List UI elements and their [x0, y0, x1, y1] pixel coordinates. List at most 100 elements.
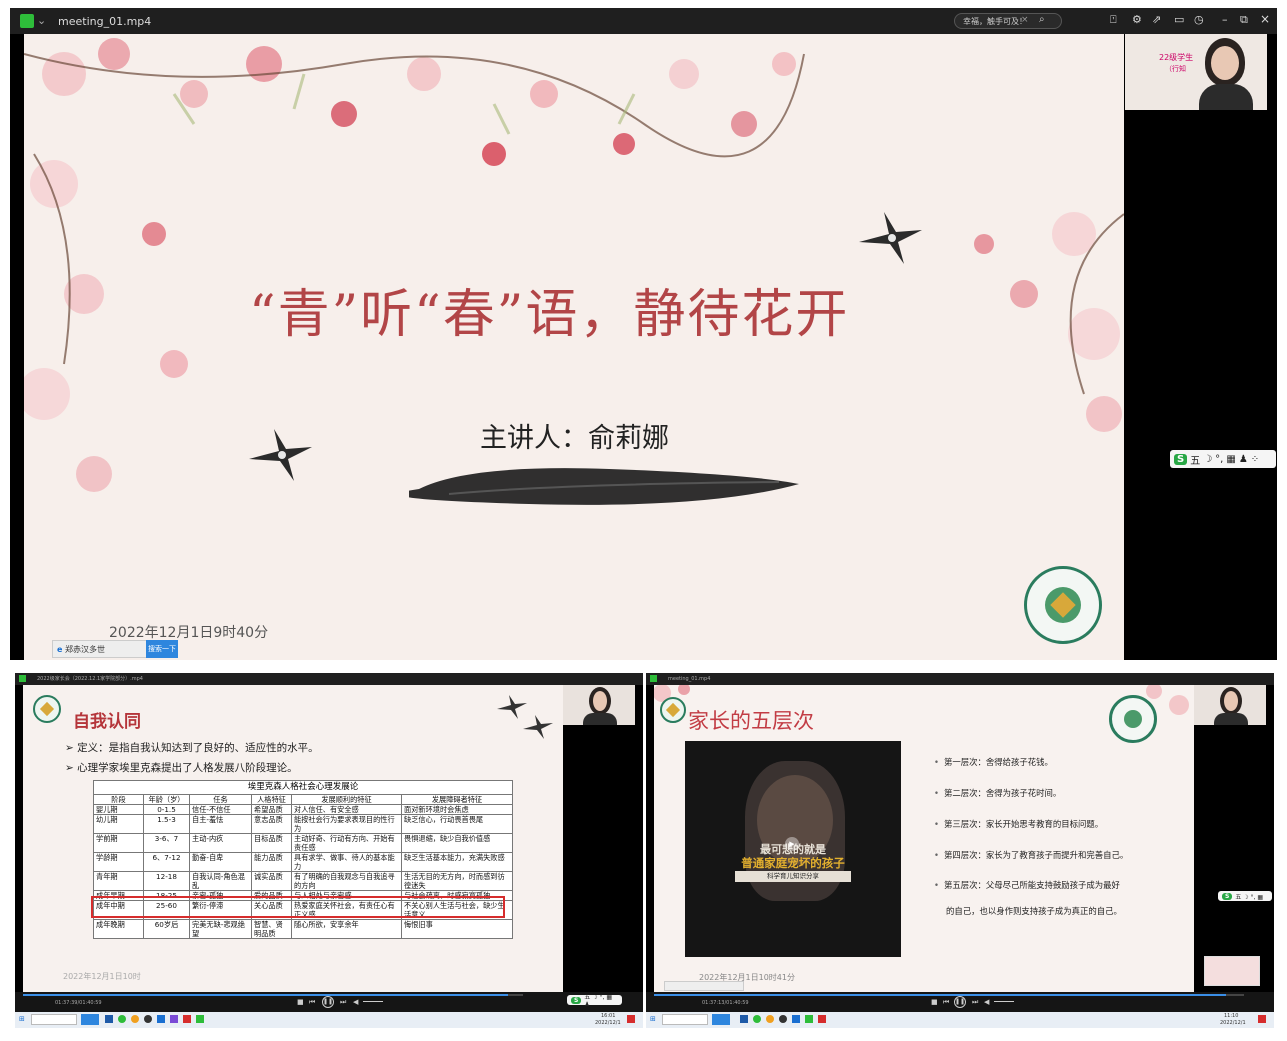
next-icon[interactable]: ⏭ — [972, 998, 978, 1007]
school-seal — [1109, 695, 1157, 743]
ime-mode-glyphs: 五 ☽ °, ▦ ♟ — [584, 994, 613, 1008]
title-bar: 2022级家长会（2022.12.1家学院部分）.mp4 — [15, 673, 643, 685]
player-icon[interactable] — [805, 1015, 813, 1023]
file-name: meeting_01.mp4 — [58, 15, 152, 28]
webcam-slide-text-2: （行知 — [1165, 65, 1186, 73]
chrome-icon[interactable] — [131, 1015, 139, 1023]
word-icon[interactable] — [792, 1015, 800, 1023]
tv-icon[interactable]: ▭ — [1174, 13, 1184, 26]
table-cell: 青年期 — [93, 871, 144, 891]
app-icon[interactable] — [170, 1015, 178, 1023]
wechat-icon[interactable] — [753, 1015, 761, 1023]
school-seal — [1024, 566, 1102, 644]
next-icon[interactable]: ⏭ — [340, 998, 346, 1007]
player-controls: 01:37:13/01:40:59 ■ ⏮ ❚❚ ⏭ ◀ — [646, 992, 1274, 1012]
chrome-icon[interactable] — [766, 1015, 774, 1023]
search-box[interactable]: 幸福，触手可及！ × ⌕ — [954, 13, 1062, 29]
volume-slider[interactable] — [363, 1001, 383, 1002]
windows-icon[interactable]: ⊞ — [19, 1015, 25, 1023]
taskbar-app[interactable] — [662, 1014, 708, 1025]
taskbar-icons — [105, 1015, 204, 1023]
wps-icon[interactable] — [818, 1015, 826, 1023]
app-icon[interactable] — [650, 675, 657, 682]
table-cell: 面对新环境时会焦虑 — [401, 804, 513, 815]
volume-icon[interactable]: ◀ — [984, 998, 989, 1006]
player-icon[interactable] — [196, 1015, 204, 1023]
webcam-slide-text: 22级学生 — [1159, 53, 1194, 62]
wechat-icon[interactable] — [118, 1015, 126, 1023]
prev-icon[interactable]: ⏮ — [309, 998, 315, 1007]
pin-icon[interactable]: ⍞ — [1110, 13, 1117, 27]
taskbar-app[interactable] — [31, 1014, 77, 1025]
notification-icon[interactable] — [627, 1015, 635, 1023]
share-icon[interactable]: ⇗ — [1152, 13, 1161, 26]
progress-bar[interactable] — [654, 994, 1244, 996]
search-button[interactable]: 搜索一下 — [146, 640, 178, 658]
table-row: 婴儿期 0-1.5 信任-不信任 希望品质 对人信任、有安全感 面对新环境时会焦虑 — [93, 804, 513, 815]
chevron-down-icon[interactable]: ⌄ — [37, 14, 46, 27]
table-cell: 智慧、贤明品质 — [251, 919, 292, 939]
notification-icon[interactable] — [1258, 1015, 1266, 1023]
app-icon[interactable] — [779, 1015, 787, 1023]
table-cell: 学龄期 — [93, 852, 144, 872]
time-display: 01:37:39/01:40:59 — [55, 1000, 102, 1006]
ime-toolbar[interactable]: S 五 ☽ °, ▦ ♟ — [567, 994, 622, 1008]
header-cell: 任务 — [189, 794, 252, 805]
table-row: 成年晚期 60岁后 完美无缺-悲观绝望 智慧、贤明品质 随心所欲，安享余年 悔恨旧事 — [93, 919, 513, 939]
clock-icon[interactable]: ◷ — [1194, 13, 1204, 26]
file-name: 2022级家长会（2022.12.1家学院部分）.mp4 — [37, 676, 143, 682]
app-icon[interactable] — [144, 1015, 152, 1023]
folder-icon[interactable] — [105, 1015, 113, 1023]
wps-icon[interactable] — [183, 1015, 191, 1023]
table-row: 青年期 12-18 自我认同-角色混乱 诚实品质 有了明确的自我观念与自我追寻的方向 生活… — [93, 871, 513, 891]
definition: ➢ 定义：是指自我认知达到了良好的、适应性的水平。 — [65, 742, 319, 754]
stop-icon[interactable]: ■ — [931, 998, 938, 1006]
minimize-icon[interactable]: – — [1222, 13, 1228, 26]
slide-title: 家长的五层次 — [688, 709, 814, 733]
app-icon[interactable] — [19, 675, 26, 682]
taskbar: ⊞ 11:10 2022/12/1 — [646, 1012, 1274, 1028]
browser-tab[interactable]: e 郑赤汉多世 — [52, 640, 160, 658]
table-cell: 完美无缺-悲观绝望 — [189, 919, 252, 939]
volume-slider[interactable] — [994, 1001, 1014, 1002]
taskbar-app-active[interactable] — [712, 1014, 730, 1025]
header-cell: 年龄（岁） — [143, 794, 190, 805]
prev-icon[interactable]: ⏮ — [943, 998, 949, 1007]
slide: 家长的五层次 最可悲的就是 普通家庭宠坏的孩子 科学育儿知识分享 ▶ 第一层次：… — [654, 685, 1194, 992]
progress-fill — [654, 994, 1227, 996]
table-cell: 主动好奇、行动有方向、开始有责任感 — [291, 833, 402, 853]
table-cell: 畏惧退缩，缺少自我价值感 — [401, 833, 513, 853]
app-icon[interactable] — [20, 14, 34, 28]
title-bar: ⌄ meeting_01.mp4 幸福，触手可及！ × ⌕ ⍞ ⚙ ⇗ ▭ ◷ … — [10, 8, 1277, 34]
play-icon[interactable]: ▶ — [785, 837, 799, 851]
taskbar-app-active[interactable] — [81, 1014, 99, 1025]
time-display: 01:37:13/01:40:59 — [702, 1000, 749, 1006]
browser-tab-label: 郑赤汉多世 — [64, 645, 105, 654]
word-icon[interactable] — [157, 1015, 165, 1023]
embedded-video[interactable]: 最可悲的就是 普通家庭宠坏的孩子 科学育儿知识分享 ▶ — [685, 741, 901, 957]
list-item: 第一层次：舍得给孩子花钱。 — [934, 756, 1053, 768]
progress-bar[interactable] — [23, 994, 523, 996]
volume-icon[interactable]: ◀ — [353, 998, 358, 1006]
pause-button[interactable]: ❚❚ — [322, 996, 334, 1008]
ime-toolbar[interactable]: S 五 ☽ °, ▦ — [1218, 891, 1272, 901]
browser-tab[interactable] — [664, 981, 744, 991]
folder-icon[interactable] — [740, 1015, 748, 1023]
close-window-icon[interactable]: × — [1260, 12, 1270, 26]
school-logo — [33, 695, 61, 723]
pause-button[interactable]: ❚❚ — [954, 996, 966, 1008]
search-icon[interactable]: ⌕ — [1039, 14, 1045, 25]
table-cell: 具有求学、做事、待人的基本能力 — [291, 852, 402, 872]
header-cell: 人格特征 — [251, 794, 292, 805]
list-item: 第五层次：父母尽己所能支持鼓励孩子成为最好 — [934, 879, 1120, 891]
skin-icon[interactable]: ⚙ — [1132, 13, 1142, 26]
school-logo — [660, 697, 686, 723]
restore-icon[interactable]: ⧉ — [1240, 13, 1248, 27]
windows-icon[interactable]: ⊞ — [650, 1015, 656, 1023]
close-icon[interactable]: × — [1021, 15, 1029, 25]
bird-icon — [859, 212, 922, 264]
ime-toolbar[interactable]: S 五 ☽ °, ▦ ♟ ⁘ — [1170, 450, 1276, 468]
slide-thumbnail[interactable] — [1204, 956, 1260, 986]
stop-icon[interactable]: ■ — [297, 998, 304, 1006]
table-cell: 希望品质 — [251, 804, 292, 815]
